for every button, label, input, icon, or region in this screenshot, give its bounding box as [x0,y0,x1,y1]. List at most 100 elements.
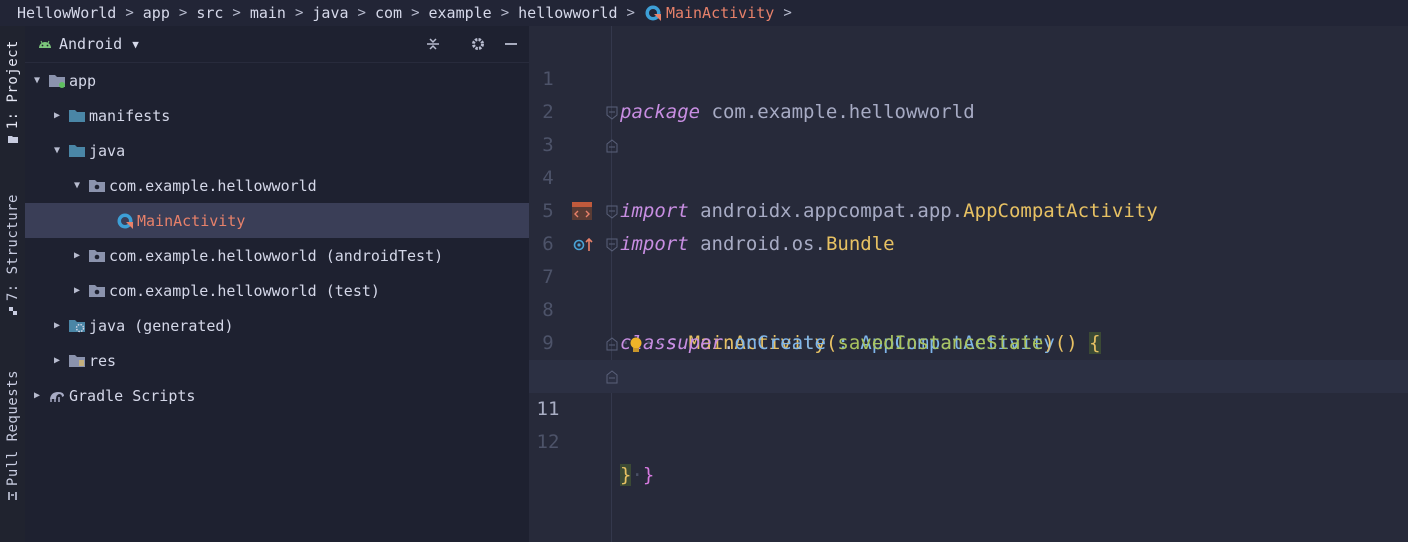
code-line[interactable]: 7 ··override fun onCreate(savedInstanceS… [529,228,1408,387]
tree-item-label: java (generated) [89,316,234,335]
package-icon [89,180,105,192]
fold-icon[interactable] [606,106,618,120]
code-line[interactable]: 1 package com.example.hellowworld [529,30,1408,123]
code-token: } [620,464,632,486]
fold-icon[interactable] [606,205,618,219]
code-line[interactable]: 4 import android.os.Bundle [529,129,1408,255]
fold-icon[interactable] [606,337,618,351]
gear-icon[interactable] [469,35,487,53]
tree-item-package-androidtest[interactable]: ▶ com.example.hellowworld (androidTest) [25,238,529,273]
tree-item-label: MainActivity [137,211,246,230]
breadcrumb-separator: > [178,5,188,21]
structure-icon [8,307,17,316]
code-line[interactable]: 3 import androidx.appcompat.app.AppCompa… [529,96,1408,222]
breadcrumb-item[interactable]: java [312,4,348,22]
tree-item-package[interactable]: ▼ com.example.hellowworld [25,168,529,203]
fold-icon[interactable] [606,370,618,384]
chevron-down-icon[interactable]: ▼ [132,38,139,51]
android-icon [39,40,51,48]
folder-icon [7,136,18,144]
code-line[interactable]: 8 ····super.onCreate(savedInstanceState) [529,261,1408,354]
kotlin-class-icon [117,213,133,229]
tree-item-package-test[interactable]: ▶ com.example.hellowworld (test) [25,273,529,308]
override-marker-icon[interactable] [573,236,595,254]
breadcrumb-separator: > [411,5,420,21]
module-folder-icon [49,75,65,88]
tree-item-manifests[interactable]: ▶ manifests [25,98,529,133]
breadcrumb-item[interactable]: app [143,4,170,22]
project-panel-header: Android ▼ [25,26,529,63]
tree-item-gradle-scripts[interactable]: ▶ Gradle Scripts [25,378,529,413]
breadcrumb-item[interactable]: com [375,4,402,22]
folder-icon [69,110,85,122]
tool-tab-label: Pull Requests [4,370,21,487]
breadcrumb-item[interactable]: src [196,4,223,22]
tree-item-java[interactable]: ▼ java [25,133,529,168]
tool-window-strip: 1: Project 7: Structure Pull Requests [0,26,25,542]
lightbulb-icon[interactable] [628,336,644,354]
expanded-arrow-icon[interactable]: ▼ [50,145,64,156]
breadcrumb-item-current[interactable]: MainActivity [666,4,774,22]
tool-tab-structure[interactable]: 7: Structure [0,194,25,321]
code-line[interactable]: 10 ··} [529,327,1408,486]
collapse-all-icon[interactable] [424,35,442,53]
breadcrumb-item[interactable]: hellowworld [518,4,617,22]
project-panel: Android ▼ ▼ app ▶ manifests ▼ java ▼ com… [25,26,529,542]
breadcrumb-separator: > [626,5,635,21]
package-icon [89,250,105,262]
expanded-arrow-icon[interactable]: ▼ [70,180,84,191]
layout-file-icon[interactable] [571,200,593,222]
collapsed-arrow-icon[interactable]: ▶ [50,320,64,331]
collapsed-arrow-icon[interactable]: ▶ [70,285,84,296]
code-line[interactable]: 12 [529,393,1408,453]
line-number: 12 [536,431,560,453]
breadcrumb-item[interactable]: example [429,4,492,22]
tool-tab-project[interactable]: 1: Project [0,40,25,149]
minimize-icon[interactable] [502,35,520,53]
breadcrumb-item[interactable]: main [250,4,286,22]
expanded-arrow-icon[interactable]: ▼ [30,75,44,86]
folder-icon [69,145,85,157]
kotlin-class-icon [645,5,661,21]
code-line-current[interactable]: 11 } [529,360,1408,486]
breadcrumb-separator: > [232,5,241,21]
tree-item-mainactivity[interactable]: MainActivity [25,203,529,238]
view-selector[interactable]: Android [59,35,122,53]
breadcrumb-separator: > [294,5,304,21]
tree-item-label: app [69,71,97,90]
breadcrumb: HellowWorld > app > src > main > java > … [0,0,1408,26]
tree-item-res[interactable]: ▶ res [25,343,529,378]
code-line[interactable]: 5 [529,162,1408,222]
tree-item-label: com.example.hellowworld (test) [109,281,380,300]
resource-folder-icon [69,355,85,367]
collapsed-arrow-icon[interactable]: ▶ [70,250,84,261]
breadcrumb-separator: > [783,5,792,21]
breadcrumb-separator: > [357,5,366,21]
tool-tab-label: 1: Project [4,40,21,130]
code-line[interactable]: 9 ····setContentView(R.layout.activity_m… [529,294,1408,387]
collapsed-arrow-icon[interactable]: ▶ [50,110,64,121]
gradle-icon [50,392,64,402]
breadcrumb-separator: > [125,5,134,21]
tree-item-label: manifests [89,106,171,125]
fold-icon[interactable] [606,139,618,153]
collapsed-arrow-icon[interactable]: ▶ [30,390,44,401]
code-line[interactable]: 2 [529,63,1408,123]
tree-item-label: res [89,351,117,370]
code-editor[interactable]: 1 package com.example.hellowworld 2 3 im… [529,26,1408,542]
tree-item-label: java [89,141,126,160]
tree-item-app[interactable]: ▼ app [25,63,529,98]
tool-tab-pull-requests[interactable]: Pull Requests [0,370,25,506]
generated-folder-icon [69,320,85,333]
tree-item-label: com.example.hellowworld [109,176,317,195]
pull-request-icon [7,492,17,501]
breadcrumb-item[interactable]: HellowWorld [0,4,116,22]
breadcrumb-separator: > [500,5,510,21]
code-line[interactable]: 6 class MainActivity : AppCompatActivity… [529,195,1408,354]
fold-icon[interactable] [606,238,618,252]
tree-item-label: Gradle Scripts [69,386,196,405]
tree-item-label: com.example.hellowworld (androidTest) [109,246,444,265]
collapsed-arrow-icon[interactable]: ▶ [50,355,64,366]
tree-item-java-generated[interactable]: ▶ java (generated) [25,308,529,343]
package-icon [89,285,105,297]
